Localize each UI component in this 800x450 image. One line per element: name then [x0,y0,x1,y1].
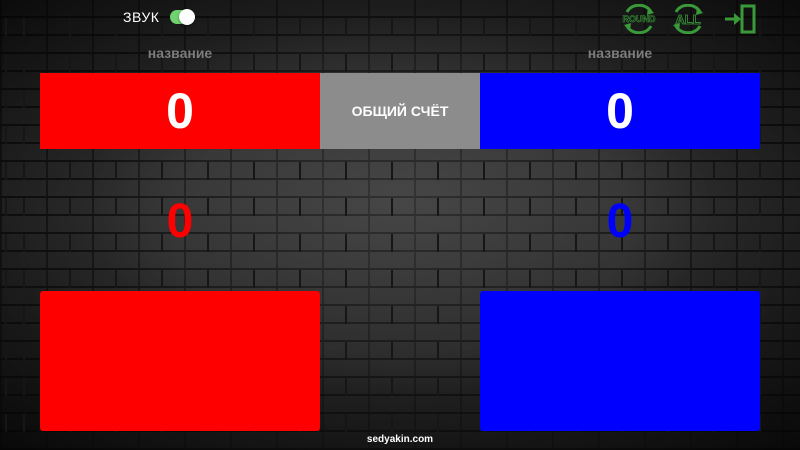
right-total-score-panel[interactable]: 0 [480,73,760,149]
sound-label: ЗВУК [123,9,160,25]
exit-icon[interactable] [722,4,758,34]
scoreboard-screen: ЗВУК ROUND ALL название название 0 ОБЩИЙ… [0,0,800,450]
left-total-score-panel[interactable]: 0 [40,73,320,149]
sound-toggle[interactable] [170,9,195,25]
all-icon-text: ALL [675,12,700,27]
right-total-score: 0 [606,83,634,139]
brick-texture [0,198,800,216]
brick-texture [0,162,800,180]
round-reset-icon[interactable]: ROUND [621,4,657,34]
right-team-name[interactable]: название [520,45,720,61]
right-round-score: 0 [606,195,634,248]
left-round-score: 0 [166,195,194,248]
right-score-button[interactable] [480,291,760,431]
left-score-button[interactable] [40,291,320,431]
total-score-label-panel: ОБЩИЙ СЧЁТ [320,73,480,149]
brick-texture [0,270,800,288]
footer-site-link[interactable]: sedyakin.com [0,434,800,445]
all-reset-icon[interactable]: ALL [670,4,706,34]
brick-texture [0,234,800,252]
toggle-knob [179,9,195,25]
total-score-label: ОБЩИЙ СЧЁТ [351,103,449,119]
left-team-name[interactable]: название [80,45,280,61]
round-icon-text: ROUND [623,14,656,24]
left-total-score: 0 [166,83,194,139]
